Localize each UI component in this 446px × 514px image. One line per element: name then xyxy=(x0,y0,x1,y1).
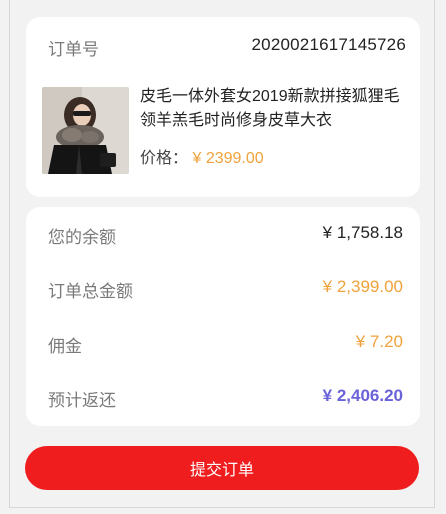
expected-return-label: 预计返还 xyxy=(48,391,116,410)
order-number-row: 订单号 2020021617145726 xyxy=(26,17,420,75)
balance-label: 您的余额 xyxy=(48,228,116,247)
order-card: 订单号 2020021617145726 皮毛一体外套女2019新款拼接狐狸毛领… xyxy=(26,17,420,197)
commission-label: 佣金 xyxy=(48,337,82,356)
order-number-label: 订单号 xyxy=(48,40,99,59)
price-value: ¥ 2399.00 xyxy=(192,150,264,167)
summary-card: 您的余额 ¥ 1,758.18 订单总金额 ¥ 2,399.00 佣金 ¥ 7.… xyxy=(26,207,420,426)
order-total-label: 订单总金额 xyxy=(48,282,133,301)
submit-order-button[interactable]: 提交订单 xyxy=(25,446,419,490)
commission-value: ¥ 7.20 xyxy=(355,332,403,351)
order-total-value: ¥ 2,399.00 xyxy=(322,277,403,296)
balance-value: ¥ 1,758.18 xyxy=(322,223,403,242)
product-price: 价格： ¥ 2399.00 xyxy=(140,144,264,168)
expected-return-value: ¥ 2,406.20 xyxy=(322,386,403,405)
order-number-value: 2020021617145726 xyxy=(251,35,406,54)
order-confirm-screen: 订单号 2020021617145726 皮毛一体外套女2019新款拼接狐狸毛领… xyxy=(9,0,435,508)
summary-row-balance: 您的余额 ¥ 1,758.18 xyxy=(26,207,420,261)
product-photo-illustration xyxy=(42,87,129,174)
summary-row-commission: 佣金 ¥ 7.20 xyxy=(26,316,420,370)
summary-row-expected-return: 预计返还 ¥ 2,406.20 xyxy=(26,370,420,424)
summary-row-order-total: 订单总金额 ¥ 2,399.00 xyxy=(26,261,420,315)
product-image[interactable] xyxy=(42,87,129,174)
price-label: 价格： xyxy=(140,150,189,167)
product-title[interactable]: 皮毛一体外套女2019新款拼接狐狸毛领羊羔毛时尚修身皮草大衣 xyxy=(140,85,410,133)
